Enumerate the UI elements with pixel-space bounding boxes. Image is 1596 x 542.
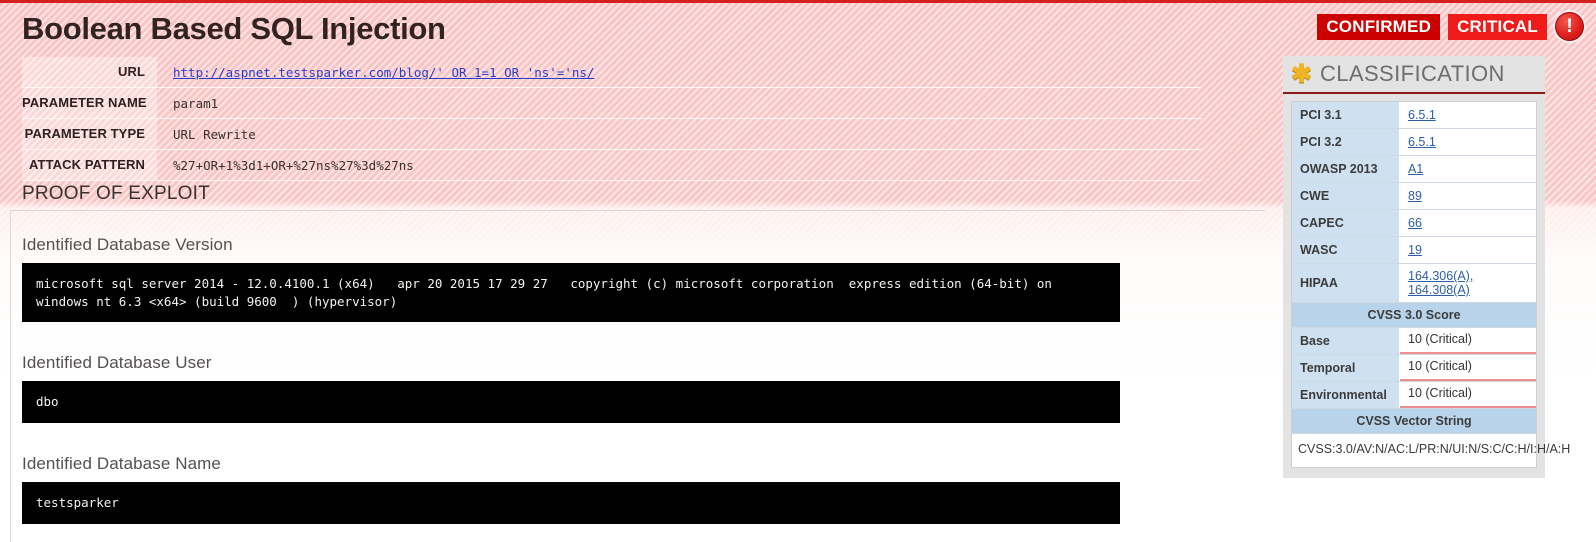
section-divider [10, 210, 1265, 211]
cvss-score-key: Base [1292, 328, 1400, 354]
proof-of-exploit-heading: PROOF OF EXPLOIT [22, 183, 210, 204]
console-output: dbo [22, 381, 1120, 423]
cvss-score-value: 10 (Critical) [1400, 355, 1536, 381]
meta-label: URL [22, 57, 157, 87]
cvss-score-header: CVSS 3.0 Score [1292, 303, 1536, 328]
classification-link[interactable]: 89 [1408, 189, 1422, 203]
meta-label: PARAMETER NAME [22, 88, 157, 118]
cvss-score-value: 10 (Critical) [1400, 328, 1536, 354]
table-row: ATTACK PATTERN %27+OR+1%3d1+OR+%27ns%27%… [22, 150, 1202, 181]
classification-key: HIPAA [1292, 264, 1400, 302]
table-row: PARAMETER NAME param1 [22, 88, 1202, 119]
classification-value: 6.5.1 [1400, 102, 1536, 128]
cvss-vector-string: CVSS:3.0/AV:N/AC:L/PR:N/UI:N/S:C/C:H/I:H… [1298, 442, 1571, 456]
classification-value: A1 [1400, 156, 1536, 182]
exclamation-circle-icon: ! [1555, 12, 1584, 41]
classification-key: OWASP 2013 [1292, 156, 1400, 182]
classification-key: PCI 3.2 [1292, 129, 1400, 155]
meta-value: param1 [173, 95, 219, 111]
classification-link[interactable]: 66 [1408, 216, 1422, 230]
classification-panel-title: CLASSIFICATION [1319, 61, 1505, 86]
vulnerability-meta-table: URL http://aspnet.testsparker.com/blog/'… [22, 57, 1202, 181]
left-border-rule [10, 210, 11, 542]
table-row: Base 10 (Critical) [1292, 328, 1536, 355]
classification-value: 89 [1400, 183, 1536, 209]
page-title: Boolean Based SQL Injection [22, 11, 446, 46]
classification-key: WASC [1292, 237, 1400, 263]
table-row: PCI 3.1 6.5.1 [1292, 102, 1536, 129]
table-row: URL http://aspnet.testsparker.com/blog/'… [22, 57, 1202, 88]
meta-value: http://aspnet.testsparker.com/blog/' OR … [157, 65, 594, 80]
classification-value: 164.306(A), 164.308(A) [1400, 264, 1536, 302]
status-badge-severity[interactable]: CRITICAL [1448, 13, 1547, 40]
table-row: CAPEC 66 [1292, 210, 1536, 237]
table-row: HIPAA 164.306(A), 164.308(A) [1292, 264, 1536, 303]
cvss-score-key: Temporal [1292, 355, 1400, 381]
classification-key: PCI 3.1 [1292, 102, 1400, 128]
table-row: OWASP 2013 A1 [1292, 156, 1536, 183]
cvss-score-key: Environmental [1292, 382, 1400, 408]
status-badges: CONFIRMED CRITICAL ! [1317, 12, 1584, 41]
asterisk-icon: ✱ [1291, 59, 1312, 88]
console-output: testsparker [22, 482, 1120, 524]
table-row: Temporal 10 (Critical) [1292, 355, 1536, 382]
meta-label: PARAMETER TYPE [22, 119, 157, 149]
table-row: Environmental 10 (Critical) [1292, 382, 1536, 409]
classification-link[interactable]: 6.5.1 [1408, 135, 1436, 149]
classification-value: 66 [1400, 210, 1536, 236]
meta-value: %27+OR+1%3d1+OR+%27ns%27%3d%27ns [173, 157, 414, 173]
console-output: microsoft sql server 2014 - 12.0.4100.1 … [22, 263, 1120, 322]
block-label: Identified Database Version [22, 235, 233, 254]
classification-value: 19 [1400, 237, 1536, 263]
classification-link[interactable]: A1 [1408, 162, 1423, 176]
table-row: PARAMETER TYPE URL Rewrite [22, 119, 1202, 150]
classification-key: CAPEC [1292, 210, 1400, 236]
table-row: PCI 3.2 6.5.1 [1292, 129, 1536, 156]
classification-key: CWE [1292, 183, 1400, 209]
cvss-score-value: 10 (Critical) [1400, 382, 1536, 408]
proof-block-database-version: Identified Database Version microsoft sq… [22, 235, 1140, 322]
proof-block-database-user: Identified Database User dbo [22, 353, 1140, 423]
block-label: Identified Database User [22, 353, 212, 372]
proof-block-database-name: Identified Database Name testsparker [22, 454, 1140, 524]
meta-value: URL Rewrite [173, 126, 256, 142]
cvss-vector-header: CVSS Vector String [1292, 409, 1536, 434]
table-row: CWE 89 [1292, 183, 1536, 210]
classification-link[interactable]: 19 [1408, 243, 1422, 257]
target-url-link[interactable]: http://aspnet.testsparker.com/blog/' OR … [173, 65, 594, 80]
classification-panel-header: ✱ CLASSIFICATION [1283, 56, 1545, 94]
status-badge-confirmed[interactable]: CONFIRMED [1317, 13, 1441, 40]
classification-panel: ✱ CLASSIFICATION PCI 3.1 6.5.1 PCI 3.2 6… [1283, 56, 1571, 478]
classification-link[interactable]: 6.5.1 [1408, 108, 1436, 122]
classification-value: 6.5.1 [1400, 129, 1536, 155]
meta-label: ATTACK PATTERN [22, 150, 157, 180]
classification-link[interactable]: 164.306(A), 164.308(A) [1408, 269, 1536, 297]
table-row: WASC 19 [1292, 237, 1536, 264]
classification-table: PCI 3.1 6.5.1 PCI 3.2 6.5.1 OWASP 2013 A… [1291, 101, 1571, 468]
block-label: Identified Database Name [22, 454, 221, 473]
vulnerability-report-page: Boolean Based SQL Injection CONFIRMED CR… [0, 0, 1596, 542]
